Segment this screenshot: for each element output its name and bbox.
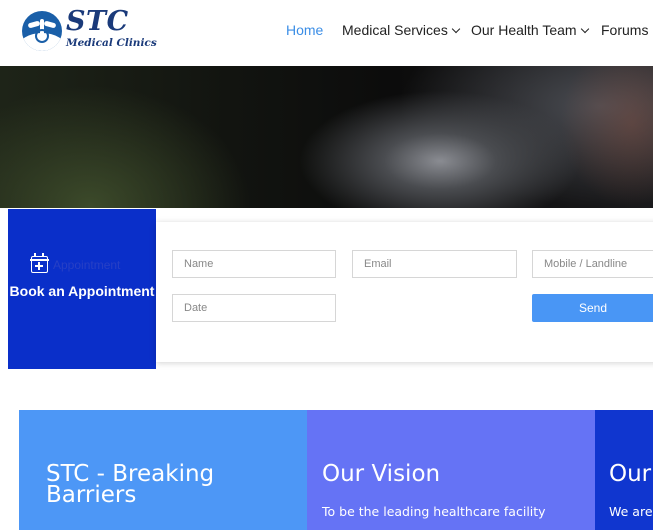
mobile-field[interactable]: Mobile / Landline bbox=[532, 250, 653, 278]
chevron-down-icon bbox=[451, 24, 461, 34]
hero-banner-image bbox=[0, 66, 653, 208]
panel-text: To be the leading healthcare facility bbox=[322, 504, 546, 519]
nav-health-team-label: Our Health Team bbox=[471, 22, 577, 38]
logo-subtitle: Medical Clinics bbox=[66, 37, 157, 49]
date-field[interactable]: Date bbox=[172, 294, 336, 322]
send-button-label: Send bbox=[578, 301, 608, 315]
nav-our-health-team[interactable]: Our Health Team bbox=[471, 22, 589, 38]
nav-home-label: Home bbox=[286, 22, 324, 38]
nav-medical-services[interactable]: Medical Services bbox=[342, 22, 461, 38]
calendar-plus-icon bbox=[30, 253, 49, 273]
email-field-placeholder: Email bbox=[364, 258, 392, 270]
panel-our-vision: Our Vision To be the leading healthcare … bbox=[307, 410, 595, 530]
panel-title: Our Vision bbox=[322, 461, 441, 487]
caduceus-logo-icon bbox=[22, 11, 62, 51]
panel-text: We are bbox=[609, 504, 653, 519]
appointment-tab: Appointment Book an Appointment bbox=[8, 209, 156, 369]
nav-home[interactable]: Home bbox=[286, 22, 323, 38]
nav-medical-services-label: Medical Services bbox=[342, 22, 448, 38]
panel-title: Our bbox=[609, 461, 652, 487]
send-button[interactable]: Send bbox=[532, 294, 653, 322]
panel-title: STC - Breaking Barriers bbox=[46, 461, 215, 508]
nav-forums-label: Forums bbox=[601, 22, 649, 38]
appointment-ghost-label: Appointment bbox=[53, 258, 121, 272]
chevron-down-icon bbox=[580, 24, 589, 34]
book-appointment-title: Book an Appointment bbox=[9, 283, 155, 299]
panel-breaking-barriers: STC - Breaking Barriers bbox=[19, 410, 307, 530]
logo-title: STC bbox=[66, 6, 129, 37]
email-field[interactable]: Email bbox=[352, 250, 517, 278]
name-field-placeholder: Name bbox=[184, 258, 214, 270]
mobile-field-placeholder: Mobile / Landline bbox=[544, 258, 628, 270]
date-field-placeholder: Date bbox=[184, 302, 208, 314]
appointment-form-card bbox=[156, 222, 653, 362]
panel-our-mission: Our We are bbox=[595, 410, 653, 530]
site-header: STC Medical Clinics Home Medical Service… bbox=[0, 0, 653, 66]
site-logo[interactable]: STC Medical Clinics bbox=[22, 6, 157, 54]
nav-forums[interactable]: Forums bbox=[601, 22, 648, 38]
name-field[interactable]: Name bbox=[172, 250, 336, 278]
